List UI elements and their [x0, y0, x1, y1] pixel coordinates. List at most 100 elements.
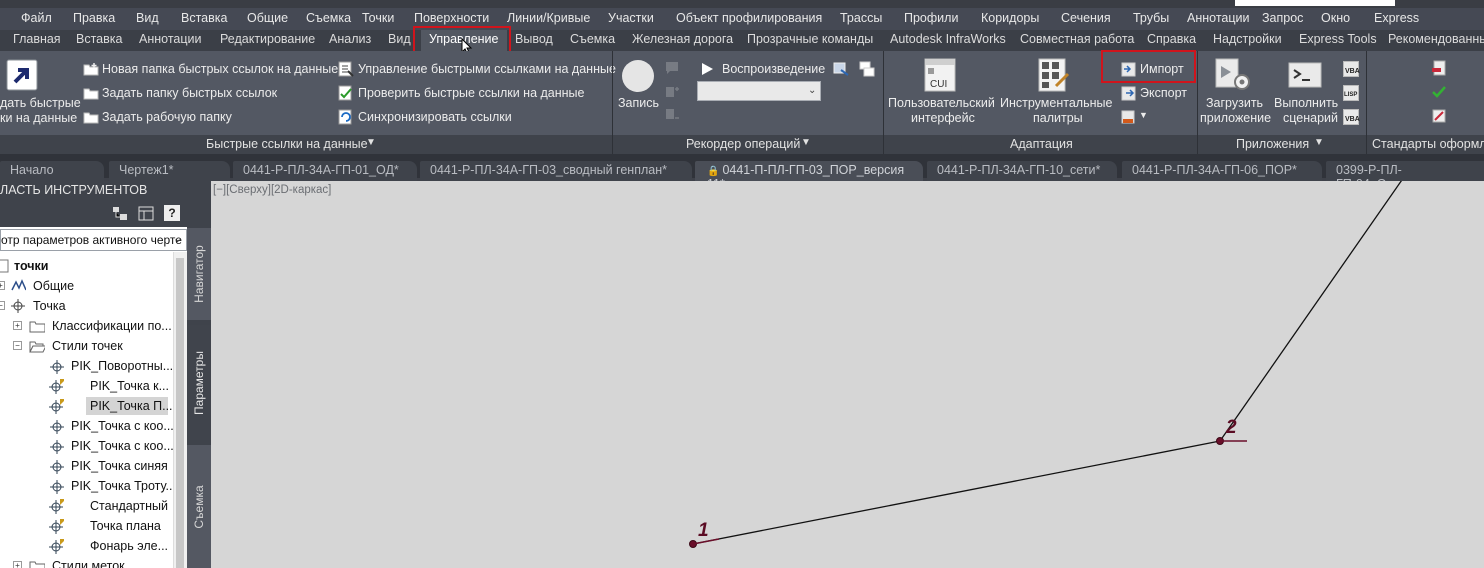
menu-general[interactable]: Общие	[247, 11, 288, 25]
data-shortcuts-large-icon[interactable]	[6, 59, 38, 91]
run-script-button-line2[interactable]: сценарий	[1283, 111, 1338, 125]
tree-item-label-styles[interactable]: + Стили меток	[0, 556, 170, 568]
menu-profiles[interactable]: Профили	[904, 11, 958, 25]
doc-tab-gp-01[interactable]: 0441-Р-ПЛ-34А-ГП-01_ОД*	[233, 161, 417, 181]
menu-surfaces[interactable]: Поверхности	[414, 11, 489, 25]
menu-points[interactable]: Точки	[362, 11, 394, 25]
tree-item-style-1[interactable]: PIK_Поворотны...	[0, 356, 173, 376]
tab-collaborate[interactable]: Совместная работа	[1020, 32, 1134, 46]
tab-insert[interactable]: Вставка	[76, 32, 122, 46]
run-script-button-line1[interactable]: Выполнить	[1274, 96, 1338, 110]
insert-message-icon[interactable]	[664, 60, 680, 76]
doc-tab-start[interactable]: Начало	[0, 161, 104, 181]
menu-grading[interactable]: Объект профилирования	[676, 11, 822, 25]
request-input-icon[interactable]	[664, 84, 680, 100]
list-view-icon[interactable]	[138, 206, 154, 221]
tool-palettes-button-line1[interactable]: Инструментальные	[1000, 96, 1112, 110]
expand-icon[interactable]: +	[13, 321, 22, 330]
palette-filter-select[interactable]: отр параметров активного черте ⌄	[0, 229, 187, 251]
export-button[interactable]: Экспорт	[1140, 86, 1187, 100]
tree-item-style-3-selected[interactable]: PIK_Точка П...	[0, 396, 173, 416]
doc-tab-drawing1[interactable]: Чертеж1*	[109, 161, 230, 181]
vba-run-icon[interactable]: VBA	[1343, 109, 1360, 125]
configure-standards-icon[interactable]	[1431, 60, 1447, 76]
tree-item-style-4[interactable]: PIK_Точка с коо...	[0, 416, 174, 436]
tab-featured[interactable]: Рекомендованны	[1388, 32, 1484, 46]
doc-tab-gp-04[interactable]: 0399-Р-ПЛ-ГП-04_Одесская	[1326, 161, 1484, 191]
tab-survey-panel[interactable]: Съемка	[187, 445, 211, 568]
tree-item-style-8[interactable]: Стандартный	[0, 496, 170, 516]
check-standards-icon[interactable]	[1431, 84, 1447, 100]
collapse-icon[interactable]: +	[0, 281, 5, 290]
record-button[interactable]: Запись	[618, 96, 659, 110]
menu-parcels[interactable]: Участки	[608, 11, 654, 25]
panel-recorder-dropdown-icon[interactable]: ▼	[801, 137, 811, 148]
tree-item-point[interactable]: − Точка	[0, 296, 170, 316]
panel-applications-dropdown-icon[interactable]: ▼	[1314, 137, 1324, 148]
menu-query[interactable]: Запрос	[1262, 11, 1303, 25]
tab-home[interactable]: Главная	[13, 32, 61, 46]
tree-view-icon[interactable]	[112, 206, 128, 221]
tree-item-classifications[interactable]: + Классификации по...	[0, 316, 172, 336]
user-interface-button-line2[interactable]: интерфейс	[911, 111, 975, 125]
validate-shortcuts-button[interactable]: Проверить быстрые ссылки на данные	[358, 86, 584, 100]
tab-railway[interactable]: Железная дорога	[632, 32, 733, 46]
layer-translator-icon[interactable]	[1431, 108, 1447, 124]
menu-survey[interactable]: Съемка	[306, 11, 351, 25]
menu-insert[interactable]: Вставка	[181, 11, 227, 25]
menu-window[interactable]: Окно	[1321, 11, 1350, 25]
tab-infraworks[interactable]: Autodesk InfraWorks	[890, 32, 1006, 46]
recorder-macro-icon[interactable]	[859, 61, 875, 77]
menu-corridors[interactable]: Коридоры	[981, 11, 1039, 25]
recorder-settings-icon[interactable]	[833, 61, 849, 77]
doc-tab-gp-06[interactable]: 0441-Р-ПЛ-34А-ГП-06_ПОР*	[1122, 161, 1322, 181]
tree-item-style-2[interactable]: PIK_Точка к...	[0, 376, 170, 396]
tab-analyze[interactable]: Анализ	[329, 32, 371, 46]
play-button[interactable]: Воспроизведение	[722, 62, 825, 76]
load-application-button-line1[interactable]: Загрузить	[1206, 96, 1263, 110]
new-folder-button[interactable]: Новая папка быстрых ссылок на данные	[102, 62, 338, 76]
menu-edit[interactable]: Правка	[73, 11, 115, 25]
action-macro-select[interactable]: ⌄	[697, 81, 821, 101]
palette-scrollbar-thumb[interactable]	[176, 258, 184, 568]
set-shortcuts-label-2[interactable]: ки на данные	[0, 111, 77, 125]
tree-item-style-9[interactable]: Точка плана	[0, 516, 170, 536]
load-application-button-line2[interactable]: приложение	[1200, 111, 1271, 125]
panel-datarefs-dropdown-icon[interactable]: ▼	[366, 137, 376, 148]
tab-addins[interactable]: Надстройки	[1213, 32, 1282, 46]
tree-item-general[interactable]: + Общие	[0, 276, 170, 296]
vba-manager-icon[interactable]: VBA	[1343, 61, 1360, 77]
expand-icon[interactable]: +	[13, 561, 22, 568]
menu-alignments[interactable]: Трассы	[840, 11, 882, 25]
manage-shortcuts-button[interactable]: Управление быстрыми ссылками на данные	[358, 62, 616, 76]
tab-help[interactable]: Справка	[1147, 32, 1196, 46]
tab-navigator[interactable]: Навигатор	[187, 228, 211, 320]
tab-modify[interactable]: Редактирование	[220, 32, 315, 46]
doc-tab-gp-10[interactable]: 0441-Р-ПЛ-34А-ГП-10_сети*	[927, 161, 1117, 181]
tab-output[interactable]: Вывод	[515, 32, 553, 46]
customize-dropdown-icon[interactable]: ▼	[1139, 110, 1148, 120]
collapse-icon[interactable]: −	[0, 301, 5, 310]
lisp-editor-icon[interactable]: LISP	[1343, 85, 1359, 101]
set-folder-button[interactable]: Задать папку быстрых ссылок	[102, 86, 277, 100]
set-working-folder-button[interactable]: Задать рабочую папку	[102, 110, 232, 124]
menu-file[interactable]: Файл	[21, 11, 52, 25]
tab-annotate[interactable]: Аннотации	[139, 32, 201, 46]
doc-tab-por-v11[interactable]: 🔒0441-П-ПЛ-ГП-03_ПОР_версия 11*	[695, 161, 923, 191]
tree-item-style-5[interactable]: PIK_Точка с коо...	[0, 436, 174, 456]
search-box[interactable]	[1235, 0, 1395, 6]
tree-item-style-6[interactable]: PIK_Точка синяя	[0, 456, 170, 476]
base-point-icon[interactable]	[664, 106, 680, 122]
tab-parameters[interactable]: Параметры	[187, 325, 211, 440]
menu-lines-curves[interactable]: Линии/Кривые	[507, 11, 590, 25]
sync-references-button[interactable]: Синхронизировать ссылки	[358, 110, 512, 124]
menu-view[interactable]: Вид	[136, 11, 159, 25]
customize-more-icon[interactable]	[1120, 109, 1136, 125]
help-icon[interactable]: ?	[164, 205, 180, 221]
menu-pipes[interactable]: Трубы	[1133, 11, 1169, 25]
tab-survey[interactable]: Съемка	[570, 32, 615, 46]
tree-item-style-7[interactable]: PIK_Точка Троту...	[0, 476, 176, 496]
tab-express-tools[interactable]: Express Tools	[1299, 32, 1377, 46]
set-shortcuts-label-1[interactable]: дать быстрые	[0, 96, 81, 110]
tree-item-point-styles[interactable]: − Стили точек	[0, 336, 170, 356]
